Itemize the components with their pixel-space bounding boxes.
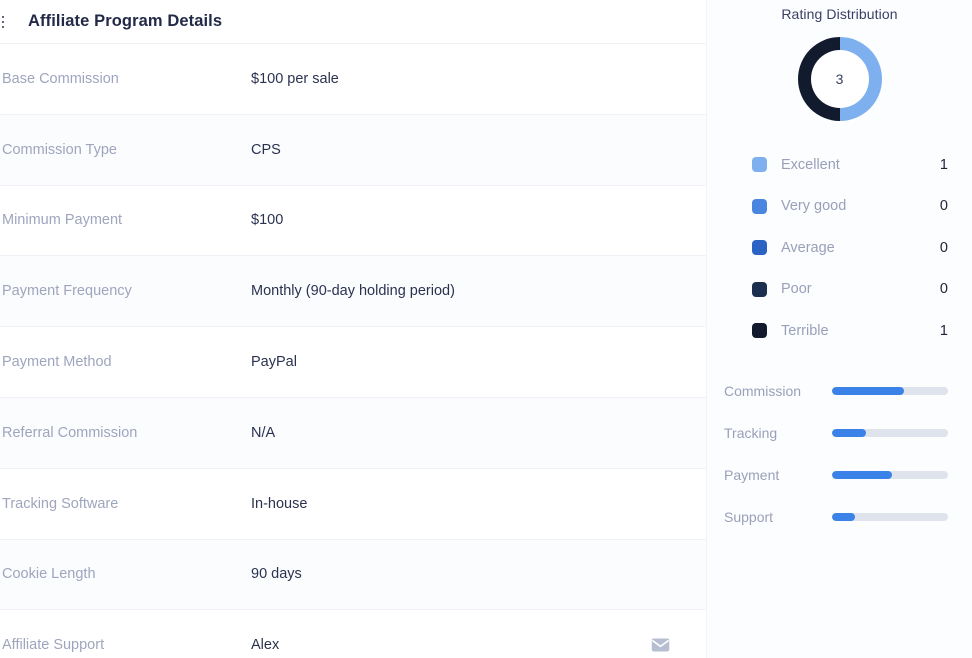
metric-row: Commission: [724, 370, 948, 412]
legend-swatch: [752, 240, 767, 255]
metric-track: [832, 429, 948, 437]
donut-center-value: 3: [795, 34, 885, 124]
metric-row: Payment: [724, 454, 948, 496]
detail-value: CPS: [251, 142, 646, 158]
table-row: Base Commission$100 per sale: [0, 44, 706, 115]
detail-value: $100 per sale: [251, 71, 646, 87]
detail-value: In-house: [251, 496, 646, 512]
list-icon[interactable]: [2, 15, 19, 29]
detail-label: Tracking Software: [0, 496, 251, 512]
metric-fill: [832, 471, 892, 479]
legend-count: 0: [932, 240, 948, 256]
metric-bars: Commission Tracking Payment Support: [707, 370, 972, 538]
table-row: Tracking SoftwareIn-house: [0, 469, 706, 540]
affiliate-program-panel: Affiliate Program Details Base Commissio…: [0, 0, 972, 658]
legend-item[interactable]: Very good0: [752, 186, 948, 228]
page-title: Affiliate Program Details: [28, 12, 222, 31]
legend-count: 1: [932, 157, 948, 173]
details-table: Base Commission$100 per saleCommission T…: [0, 43, 706, 658]
affiliate-details-card: Affiliate Program Details Base Commissio…: [0, 0, 706, 658]
rating-distribution-panel: Rating Distribution 3 Excellent1Very goo…: [706, 0, 972, 658]
donut-chart-wrap: 3: [707, 34, 972, 124]
legend-swatch: [752, 282, 767, 297]
detail-label: Referral Commission: [0, 425, 251, 441]
metric-track: [832, 513, 948, 521]
metric-row: Tracking: [724, 412, 948, 454]
legend-label: Poor: [781, 281, 932, 297]
metric-label: Commission: [724, 383, 832, 399]
legend-label: Terrible: [781, 323, 932, 339]
detail-label: Commission Type: [0, 142, 251, 158]
detail-value: Alex: [251, 637, 646, 653]
detail-label: Base Commission: [0, 71, 251, 87]
legend-label: Average: [781, 240, 932, 256]
table-row: Cookie Length90 days: [0, 540, 706, 611]
rating-distribution-title: Rating Distribution: [707, 6, 972, 22]
detail-value: PayPal: [251, 354, 646, 370]
legend-item[interactable]: Poor0: [752, 269, 948, 311]
metric-label: Support: [724, 509, 832, 525]
legend-item[interactable]: Terrible1: [752, 310, 948, 352]
metric-track: [832, 471, 948, 479]
metric-fill: [832, 429, 866, 437]
legend-label: Excellent: [781, 157, 932, 173]
legend-item[interactable]: Average0: [752, 227, 948, 269]
table-row: Payment MethodPayPal: [0, 327, 706, 398]
detail-value: N/A: [251, 425, 646, 441]
metric-label: Payment: [724, 467, 832, 483]
legend-count: 0: [932, 198, 948, 214]
envelope-icon[interactable]: [651, 638, 670, 652]
metric-track: [832, 387, 948, 395]
rating-donut-chart: 3: [795, 34, 885, 124]
metric-fill: [832, 387, 904, 395]
legend-swatch: [752, 199, 767, 214]
detail-label: Payment Frequency: [0, 283, 251, 299]
legend-swatch: [752, 157, 767, 172]
table-row: Minimum Payment$100: [0, 186, 706, 257]
detail-label: Minimum Payment: [0, 212, 251, 228]
detail-label: Affiliate Support: [0, 637, 251, 653]
legend-item[interactable]: Excellent1: [752, 144, 948, 186]
detail-value: $100: [251, 212, 646, 228]
table-row: Payment FrequencyMonthly (90-day holding…: [0, 256, 706, 327]
rating-legend: Excellent1Very good0Average0Poor0Terribl…: [707, 144, 972, 352]
legend-count: 1: [932, 323, 948, 339]
detail-label: Cookie Length: [0, 566, 251, 582]
card-header: Affiliate Program Details: [0, 0, 706, 43]
detail-value: 90 days: [251, 566, 646, 582]
metric-fill: [832, 513, 855, 521]
metric-label: Tracking: [724, 425, 832, 441]
table-row: Commission TypeCPS: [0, 115, 706, 186]
detail-value: Monthly (90-day holding period): [251, 283, 646, 299]
table-row: Referral CommissionN/A: [0, 398, 706, 469]
legend-swatch: [752, 323, 767, 338]
legend-label: Very good: [781, 198, 932, 214]
metric-row: Support: [724, 496, 948, 538]
detail-label: Payment Method: [0, 354, 251, 370]
table-row: Affiliate SupportAlex: [0, 610, 706, 658]
legend-count: 0: [932, 281, 948, 297]
row-action[interactable]: [646, 638, 706, 652]
